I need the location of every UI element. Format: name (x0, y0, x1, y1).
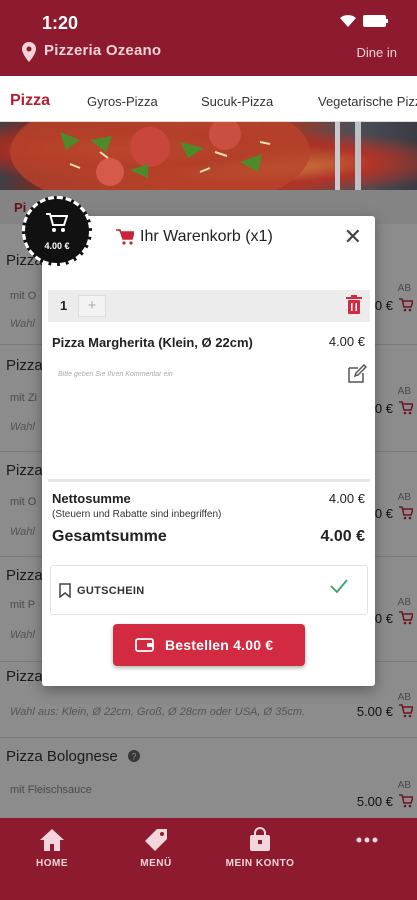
nav-more[interactable] (352, 836, 382, 847)
category-tabs: Pizza Gyros-Pizza Sucuk-Pizza Vegetarisc… (0, 76, 417, 122)
more-dots-icon (356, 837, 378, 843)
cart-title-text: Ihr Warenkorb (x1) (140, 228, 273, 245)
net-total-label: Nettosumme (52, 491, 131, 506)
cart-title: Ihr Warenkorb (x1) (116, 228, 273, 246)
divider (48, 479, 370, 482)
check-icon[interactable] (329, 578, 349, 594)
status-time: 1:20 (42, 13, 79, 33)
status-icons (339, 14, 389, 28)
close-icon[interactable]: ✕ (344, 224, 362, 250)
home-icon (40, 829, 64, 851)
order-button[interactable]: Bestellen 4.00 € (113, 624, 305, 666)
tag-icon (145, 829, 167, 851)
quantity-value: 1 (60, 298, 68, 313)
restaurant-name: Pizzeria Ozeano (44, 42, 162, 59)
bottom-nav: HOME MENÜ MEIN KONTO (0, 818, 417, 900)
dine-in-mode[interactable]: Dine in (357, 45, 397, 60)
tab-pizza[interactable]: Pizza (10, 92, 50, 110)
cart-badge-amount: 4.00 € (44, 241, 70, 251)
nav-account[interactable]: MEIN KONTO (220, 826, 300, 869)
wallet-icon (135, 638, 154, 652)
nav-home-label: HOME (36, 858, 68, 869)
order-button-label: Bestellen 4.00 € (165, 637, 274, 653)
product-name: Pizza Margherita (Klein, Ø 22cm) (52, 335, 253, 350)
nav-menu[interactable]: MENÜ (134, 826, 178, 869)
increase-quantity-button[interactable]: + (78, 295, 106, 317)
bookmark-icon (59, 583, 71, 598)
grand-total-value: 4.00 € (320, 528, 365, 545)
battery-icon (363, 15, 388, 27)
product-price: 4.00 € (328, 334, 365, 349)
voucher-field[interactable]: GUTSCHEIN (50, 565, 368, 615)
shopping-bag-icon (250, 827, 270, 851)
category-hero-image (0, 122, 417, 190)
nav-home[interactable]: HOME (30, 826, 74, 869)
nav-account-label: MEIN KONTO (225, 858, 295, 869)
comment-input[interactable]: Bitte geben Sie Ihren Kommentar ein (58, 371, 173, 378)
net-total-value: 4.00 € (328, 491, 365, 506)
quantity-row: 1 + (48, 290, 370, 322)
cart-line-item: Pizza Margherita (Klein, Ø 22cm) 4.00 € (52, 334, 365, 352)
cart-icon (116, 229, 134, 245)
tab-vegetarische-pizza[interactable]: Vegetarische Pizza (318, 94, 417, 109)
tax-note: (Steuern und Rabatte sind inbegriffen) (52, 509, 222, 520)
cart-badge[interactable]: 4.00 € (22, 196, 92, 266)
cart-icon (46, 213, 68, 232)
wifi-icon (340, 14, 356, 27)
status-bar: 1:20 (0, 0, 417, 40)
trash-icon[interactable] (346, 295, 362, 315)
nav-menu-label: MENÜ (140, 858, 172, 869)
app-header: Pizzeria Ozeano Dine in (0, 40, 417, 76)
cart-dialog: Ihr Warenkorb (x1) ✕ 1 + Pizza Margherit… (42, 216, 375, 686)
tab-sucuk-pizza[interactable]: Sucuk-Pizza (201, 94, 273, 109)
tab-gyros-pizza[interactable]: Gyros-Pizza (87, 94, 158, 109)
pizza-image (10, 122, 361, 190)
location-pin-icon (22, 42, 36, 62)
edit-comment-icon[interactable] (347, 364, 367, 384)
voucher-label: GUTSCHEIN (77, 585, 145, 597)
grand-total-label: Gesamtsumme (52, 528, 167, 545)
